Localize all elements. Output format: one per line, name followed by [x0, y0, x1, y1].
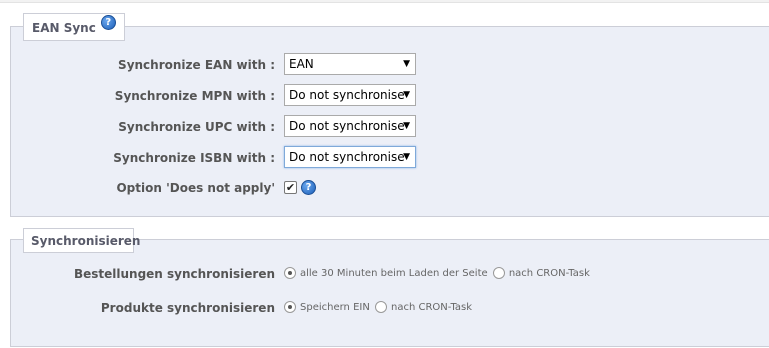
sync-upc-row: Synchronize UPC with : Do not synchronis…	[11, 115, 769, 139]
sync-mpn-select[interactable]: Do not synchronise ▼	[284, 84, 416, 106]
sync-ean-row: Synchronize EAN with : EAN ▼	[11, 53, 769, 77]
ean-sync-panel: EAN Sync ? Synchronize EAN with : EAN ▼ …	[10, 13, 769, 217]
products-save-on-radio[interactable]	[284, 301, 296, 313]
orders-sync-options: alle 30 Minuten beim Laden der Seite nac…	[284, 262, 592, 286]
sync-isbn-label: Synchronize ISBN with :	[113, 151, 275, 165]
sync-ean-label: Synchronize EAN with :	[118, 58, 275, 72]
synchronisieren-panel: Synchronisieren Bestellungen synchronisi…	[10, 228, 769, 347]
question-help-icon[interactable]: ?	[301, 180, 316, 195]
products-sync-label: Produkte synchronisieren	[100, 301, 275, 315]
synchronisieren-title: Synchronisieren	[31, 234, 141, 248]
orders-every-30-min-radio[interactable]	[284, 267, 296, 279]
chevron-down-icon: ▼	[403, 90, 410, 100]
products-sync-row: Produkte synchronisieren Speichern EIN n…	[11, 296, 769, 320]
option-not-apply-checkbox[interactable]: ✔	[284, 181, 297, 194]
chevron-down-icon: ▼	[403, 152, 410, 162]
question-help-icon[interactable]: ?	[100, 15, 116, 30]
sync-isbn-select[interactable]: Do not synchronise ▼	[284, 146, 416, 168]
top-divider	[0, 0, 769, 3]
chevron-down-icon: ▼	[403, 59, 410, 69]
sync-mpn-value: Do not synchronise	[289, 88, 405, 102]
option-not-apply-row: Option 'Does not apply' ✔ ?	[11, 176, 769, 200]
ean-sync-title: EAN Sync	[32, 21, 96, 35]
sync-ean-select[interactable]: EAN ▼	[284, 53, 416, 75]
products-sync-options: Speichern EIN nach CRON-Task	[284, 296, 474, 320]
orders-cron-task-radio[interactable]	[492, 267, 505, 279]
sync-upc-label: Synchronize UPC with :	[118, 120, 275, 134]
sync-mpn-row: Synchronize MPN with : Do not synchronis…	[11, 84, 769, 108]
orders-sync-label: Bestellungen synchronisieren	[73, 267, 275, 281]
orders-cron-task-label: nach CRON-Task	[508, 268, 590, 279]
sync-isbn-row: Synchronize ISBN with : Do not synchroni…	[11, 146, 769, 170]
products-cron-task-label: nach CRON-Task	[391, 302, 473, 313]
option-not-apply-label: Option 'Does not apply'	[116, 181, 275, 195]
orders-every-30-min-label: alle 30 Minuten beim Laden der Seite	[300, 268, 488, 279]
orders-sync-row: Bestellungen synchronisieren alle 30 Min…	[11, 262, 769, 286]
sync-upc-select[interactable]: Do not synchronise ▼	[284, 115, 416, 137]
sync-upc-value: Do not synchronise	[289, 119, 405, 133]
sync-ean-value: EAN	[289, 57, 314, 71]
ean-sync-legend: EAN Sync ?	[23, 13, 125, 41]
synchronisieren-legend: Synchronisieren	[23, 228, 140, 253]
products-save-on-label: Speichern EIN	[300, 302, 370, 313]
sync-mpn-label: Synchronize MPN with :	[114, 89, 275, 103]
products-cron-task-radio[interactable]	[375, 301, 388, 313]
sync-isbn-value: Do not synchronise	[289, 150, 405, 164]
chevron-down-icon: ▼	[403, 121, 410, 131]
